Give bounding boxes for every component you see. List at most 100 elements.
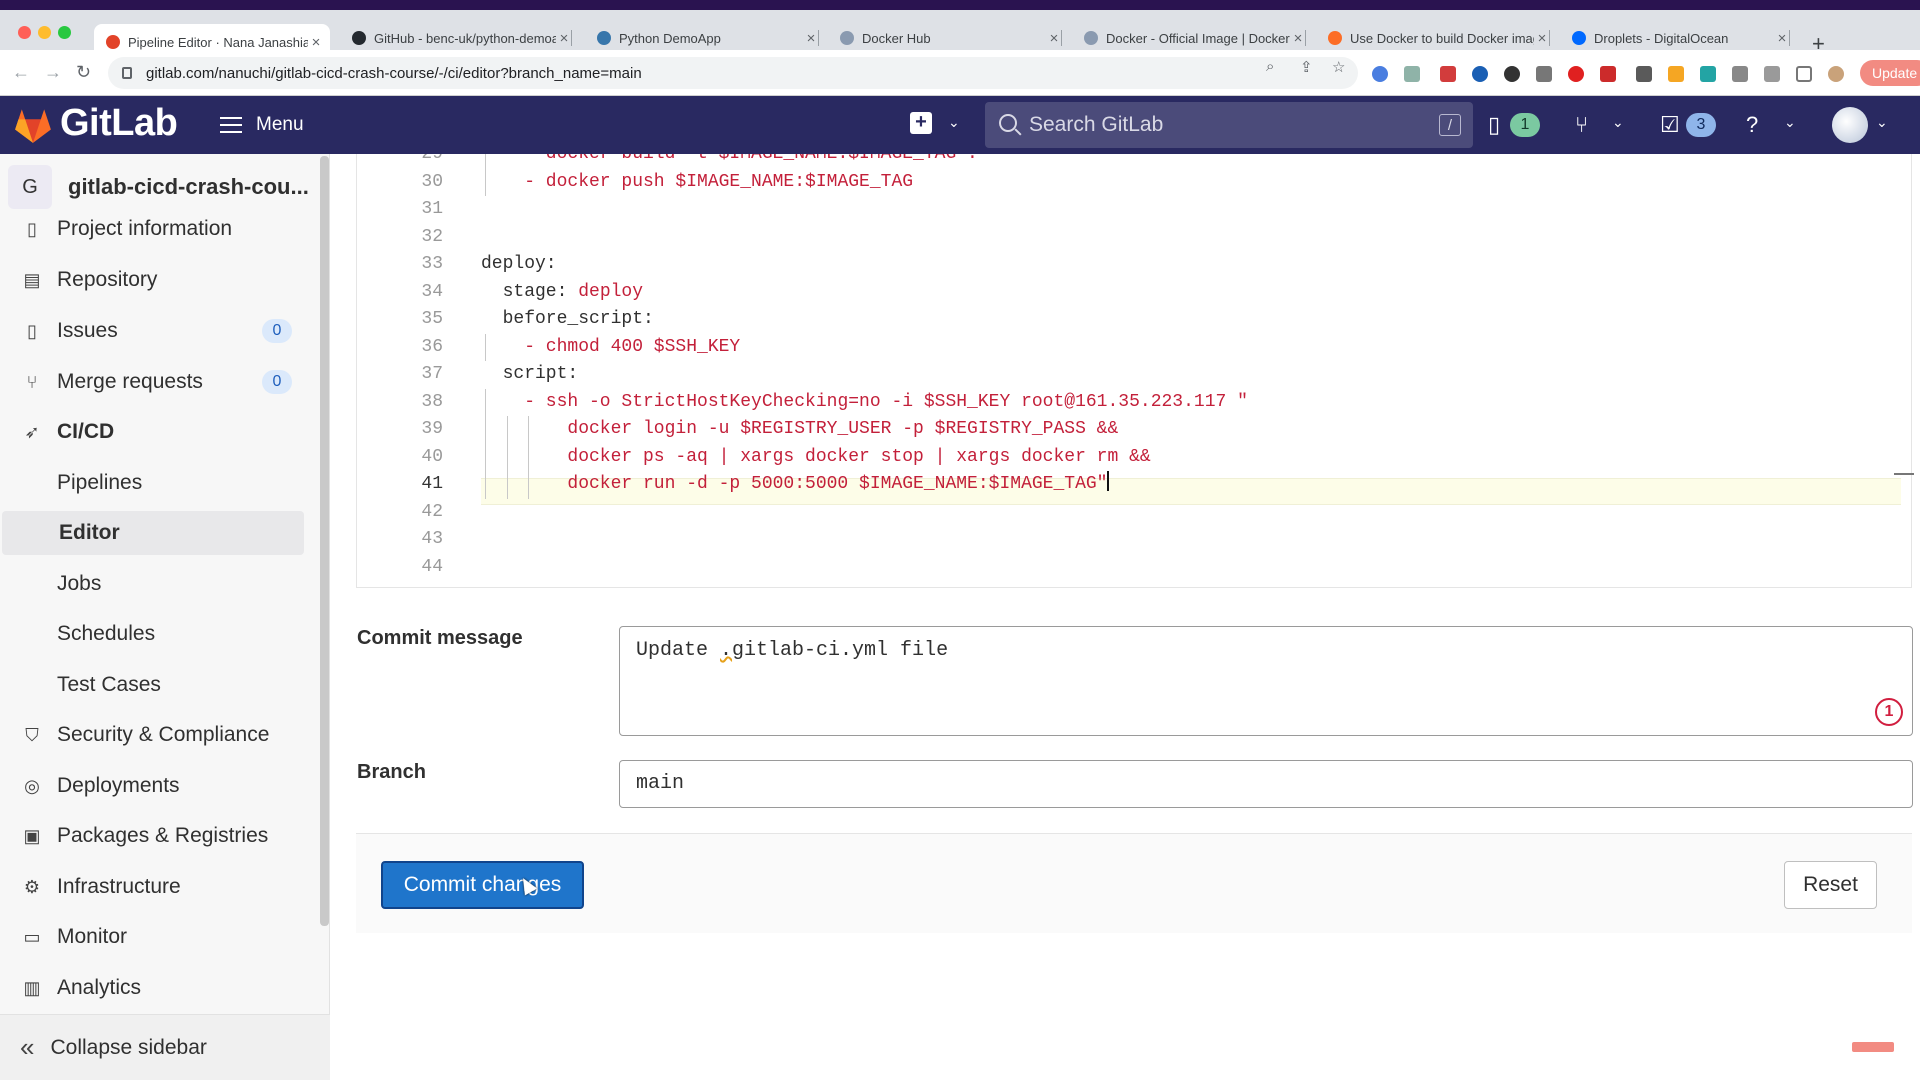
commit-changes-button[interactable]: Commit changes <box>381 861 584 909</box>
code-line[interactable]: 37 script: <box>357 361 1897 388</box>
forward-icon[interactable]: → <box>44 62 62 83</box>
code-line[interactable]: 36 - chmod 400 $SSH_KEY <box>357 333 1897 361</box>
sidebar-item-editor[interactable]: Editor <box>2 511 304 555</box>
gitlab-brand[interactable]: GitLab <box>60 102 178 145</box>
minimize-window-icon[interactable] <box>38 26 51 39</box>
sidebar-item-merge-requests[interactable]: ⑂ Merge requests 0 <box>0 360 312 404</box>
sidebar-item-monitor[interactable]: ▭ Monitor <box>0 915 312 959</box>
extension-icon[interactable] <box>1700 66 1716 82</box>
project-context[interactable]: G gitlab-cicd-crash-cou... <box>8 164 318 210</box>
menu-button[interactable]: Menu <box>220 114 304 136</box>
extension-icon[interactable] <box>1668 66 1684 82</box>
sidebar-item-jobs[interactable]: Jobs <box>0 562 312 606</box>
chevron-down-icon[interactable]: ⌄ <box>1876 114 1888 131</box>
gitlab-logo[interactable] <box>12 106 54 144</box>
merge-requests-nav-icon[interactable]: ⑂ <box>1575 112 1588 138</box>
sidebar-scrollbar[interactable] <box>320 156 329 926</box>
extension-icon[interactable] <box>1440 66 1456 82</box>
editor-scrollbar[interactable] <box>1894 473 1914 475</box>
issues-nav-icon[interactable]: ▯ <box>1488 112 1500 138</box>
code-line[interactable]: 39 docker login -u $REGISTRY_USER -p $REG… <box>357 416 1897 444</box>
close-tab-icon[interactable]: × <box>1290 30 1306 47</box>
zoom-icon[interactable]: ⌕ <box>1266 58 1274 75</box>
avatar[interactable] <box>1832 107 1868 143</box>
extension-icon[interactable] <box>1404 66 1420 82</box>
extension-icon[interactable] <box>1504 66 1520 82</box>
code-line[interactable]: 40 docker ps -aq | xargs docker stop | xa… <box>357 443 1897 471</box>
todos-nav-icon[interactable]: ☑ <box>1660 112 1680 138</box>
close-tab-icon[interactable]: × <box>1046 30 1062 47</box>
code-line[interactable]: 34 stage: deploy <box>357 279 1897 306</box>
close-tab-icon[interactable]: × <box>308 34 324 51</box>
update-button[interactable]: Update <box>1860 60 1920 86</box>
new-item-icon[interactable]: + <box>910 112 932 134</box>
indent-guide <box>506 471 508 499</box>
close-tab-icon[interactable]: × <box>556 30 572 47</box>
browser-tab[interactable]: Docker - Official Image | Docker × <box>1074 26 1306 50</box>
browser-tab[interactable]: Use Docker to build Docker images × <box>1318 26 1550 50</box>
close-tab-icon[interactable]: × <box>803 30 819 47</box>
extension-icon[interactable] <box>1600 66 1616 82</box>
browser-tab[interactable]: Docker Hub × <box>830 26 1062 50</box>
browser-tab[interactable]: Python DemoApp × <box>587 26 819 50</box>
sidebar-item-test-cases[interactable]: Test Cases <box>0 663 312 707</box>
sidebar-item-issues[interactable]: ▯ Issues 0 <box>0 309 312 353</box>
close-tab-icon[interactable]: × <box>1534 30 1550 47</box>
extension-icon[interactable] <box>1636 66 1652 82</box>
code-line[interactable]: 33 deploy: <box>357 251 1897 278</box>
sidebar-item-pipelines[interactable]: Pipelines <box>0 461 312 505</box>
sidebar-item-infrastructure[interactable]: ⚙ Infrastructure <box>0 865 312 909</box>
commit-message-text-end: gitlab-ci.yml file <box>732 639 949 662</box>
code-line[interactable]: 30 - docker push $IMAGE_NAME:$IMAGE_TAG <box>357 168 1897 196</box>
back-icon[interactable]: ← <box>12 62 30 83</box>
close-tab-icon[interactable]: × <box>1774 30 1790 47</box>
share-icon[interactable]: ⇪ <box>1300 58 1313 76</box>
address-bar[interactable]: gitlab.com/nanuchi/gitlab-cicd-crash-cou… <box>108 57 1358 89</box>
chevron-down-icon[interactable]: ⌄ <box>1612 114 1624 131</box>
code-line[interactable]: 42 <box>357 499 1897 526</box>
code-line[interactable]: 44 <box>357 554 1897 581</box>
sidebar-item-security-compliance[interactable]: ⛉ Security & Compliance <box>0 713 312 757</box>
code-line[interactable]: 41 docker run -d -p 5000:5000 $IMAGE_NAME… <box>357 471 1897 499</box>
reset-button[interactable]: Reset <box>1784 861 1877 909</box>
search-input[interactable]: Search GitLab / <box>985 102 1473 148</box>
sidebar-item-ci-cd[interactable]: ➶ CI/CD <box>0 410 312 454</box>
pipeline-code-editor[interactable]: 29 - docker build -t $IMAGE_NAME:$IMAGE_T… <box>356 154 1912 588</box>
sidebar-item-deployments[interactable]: ◎ Deployments <box>0 764 312 808</box>
sidebar-item-label: Analytics <box>57 976 142 999</box>
browser-tab[interactable]: GitHub - benc-uk/python-demoapp × <box>342 26 572 50</box>
grammar-alert-icon[interactable]: 1 <box>1875 698 1903 726</box>
sidebar-item-project-information[interactable]: ▯ Project information <box>0 207 312 251</box>
sidebar-item-packages-registries[interactable]: ▣ Packages & Registries <box>0 814 312 858</box>
puzzle-icon[interactable] <box>1764 66 1780 82</box>
branch-input[interactable]: main <box>619 760 1913 808</box>
code-line[interactable]: 32 <box>357 224 1897 251</box>
collapse-sidebar-button[interactable]: « Collapse sidebar <box>0 1014 330 1080</box>
extension-icon[interactable] <box>1472 66 1488 82</box>
code-line[interactable]: 31 <box>357 196 1897 223</box>
code-line[interactable]: 29 - docker build -t $IMAGE_NAME:$IMAGE_T… <box>357 154 1897 169</box>
extension-icon[interactable] <box>1732 66 1748 82</box>
reload-icon[interactable]: ↻ <box>76 62 91 83</box>
chevron-down-icon[interactable]: ⌄ <box>1784 114 1796 131</box>
browser-tab[interactable]: Droplets - DigitalOcean × <box>1562 26 1790 50</box>
close-window-icon[interactable] <box>18 26 31 39</box>
extension-icon[interactable] <box>1568 66 1584 82</box>
code-line[interactable]: 38 - ssh -o StrictHostKeyChecking=no -i $… <box>357 388 1897 416</box>
sidebar-icon[interactable] <box>1796 66 1812 82</box>
chevron-down-icon[interactable]: ⌄ <box>948 114 960 131</box>
help-icon[interactable]: ? <box>1746 112 1758 138</box>
sidebar-item-analytics[interactable]: ▥ Analytics <box>0 966 312 1010</box>
sidebar-item-repository[interactable]: ▤ Repository <box>0 258 312 302</box>
indent-guide <box>528 416 530 444</box>
sidebar-item-schedules[interactable]: Schedules <box>0 612 312 656</box>
commit-message-textarea[interactable]: Update .gitlab-ci.yml file <box>619 626 1913 736</box>
code-line[interactable]: 35 before_script: <box>357 306 1897 333</box>
code-line[interactable]: 43 <box>357 526 1897 553</box>
extension-icon[interactable] <box>1372 66 1388 82</box>
bookmark-star-icon[interactable]: ☆ <box>1332 58 1345 76</box>
extension-icon[interactable] <box>1536 66 1552 82</box>
profile-icon[interactable] <box>1828 66 1844 82</box>
zoom-window-icon[interactable] <box>58 26 71 39</box>
line-number: 43 <box>421 529 443 549</box>
